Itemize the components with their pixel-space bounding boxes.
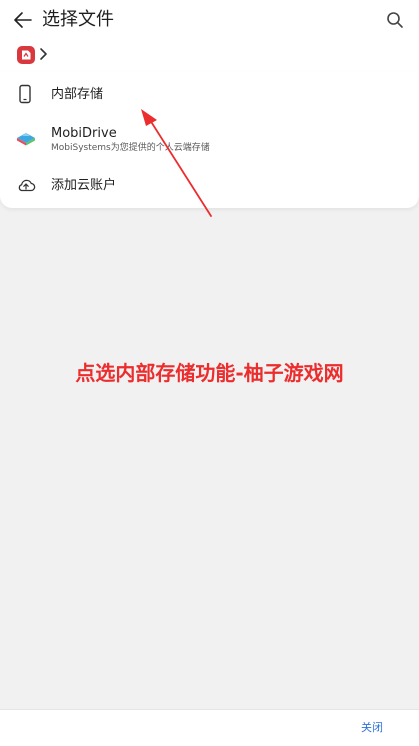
mobidrive-logo-icon bbox=[17, 133, 35, 146]
list-item-mobidrive[interactable]: MobiDrive MobiSystems为您提供的个人云端存储 bbox=[0, 116, 419, 164]
storage-location-list: 内部存储 MobiDrive MobiSystems为您提供的个人云端存储 添加… bbox=[0, 72, 419, 208]
annotation-caption: 点选内部存储功能-柚子游戏网 bbox=[75, 361, 344, 385]
breadcrumb bbox=[0, 42, 419, 72]
list-item-label: 内部存储 bbox=[51, 87, 104, 102]
search-icon[interactable] bbox=[385, 10, 405, 30]
page-title: 选择文件 bbox=[42, 9, 114, 30]
cloud-add-icon bbox=[18, 179, 36, 192]
list-item-label: MobiDrive bbox=[51, 126, 117, 141]
chevron-right-icon bbox=[40, 48, 47, 60]
phone-icon bbox=[19, 84, 31, 104]
list-item-internal-storage[interactable]: 内部存储 bbox=[0, 72, 419, 116]
back-arrow-icon[interactable] bbox=[12, 9, 34, 31]
bottom-bar: 关闭 bbox=[0, 709, 419, 746]
list-item-add-cloud-account[interactable]: 添加云账户 bbox=[0, 164, 419, 208]
app-logo-icon[interactable] bbox=[17, 46, 35, 64]
list-item-label: 添加云账户 bbox=[51, 178, 117, 193]
list-item-subtitle: MobiSystems为您提供的个人云端存储 bbox=[51, 143, 210, 153]
app-bar: 选择文件 bbox=[0, 0, 419, 42]
close-button[interactable]: 关闭 bbox=[361, 721, 383, 735]
